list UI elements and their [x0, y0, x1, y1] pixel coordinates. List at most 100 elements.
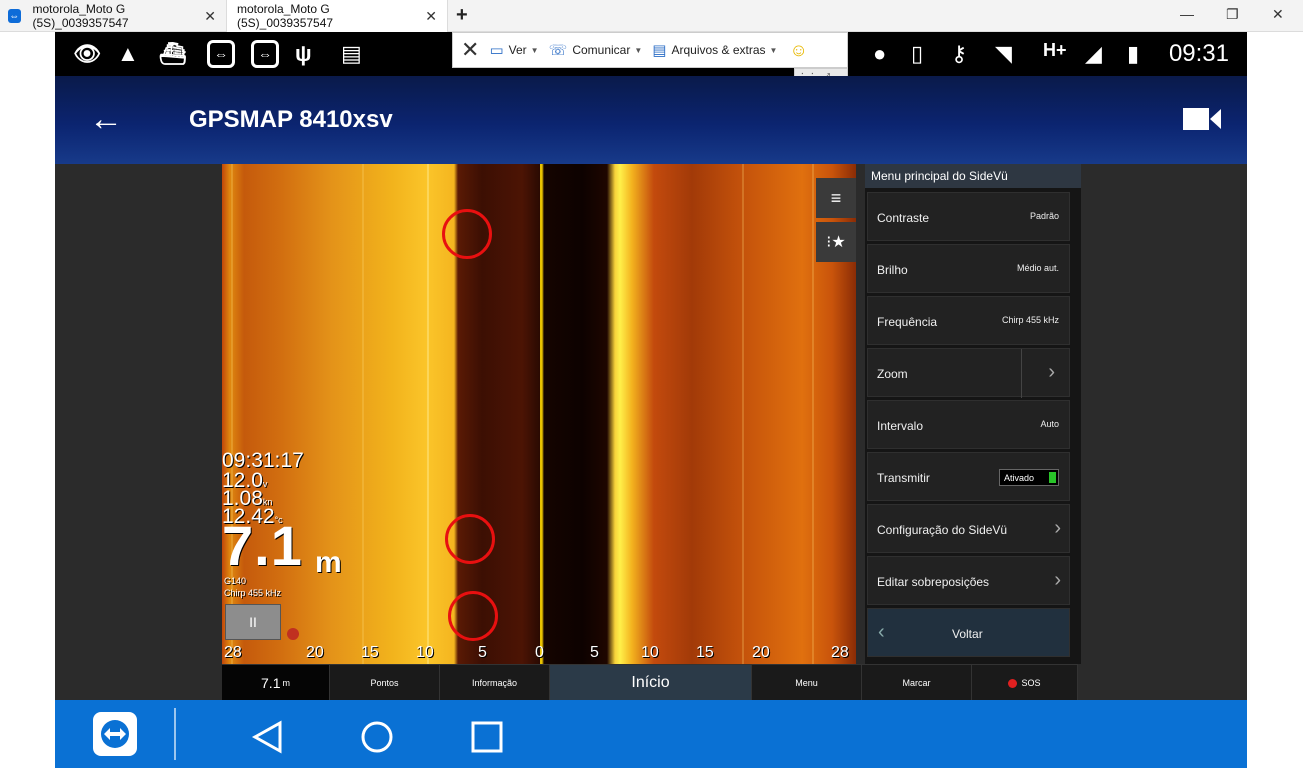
- chevron-right-icon: ›: [1054, 569, 1061, 591]
- maximize-button[interactable]: ❐: [1226, 6, 1239, 23]
- menu-item-transmit[interactable]: Transmitir Ativado: [867, 452, 1070, 501]
- status-clock: 09:31: [1168, 40, 1229, 67]
- menu-item-value: Padrão: [1029, 211, 1059, 221]
- android-back-icon[interactable]: [251, 720, 285, 754]
- tab-label: motorola_Moto G (5S)_0039357547: [237, 2, 334, 30]
- minimize-button[interactable]: —: [1180, 6, 1194, 22]
- overlay-gain: G140: [224, 576, 247, 586]
- nav-home-button[interactable]: Início: [550, 665, 752, 701]
- chevron-down-icon: ▼: [530, 45, 539, 55]
- chevron-down-icon: ▼: [769, 45, 778, 55]
- menu-item-frequency[interactable]: Frequência Chirp 455 kHz: [867, 296, 1070, 345]
- range-tick: 20: [306, 644, 324, 661]
- nav-depth[interactable]: 7.1 m: [222, 665, 330, 701]
- monitor-icon: ▭: [489, 42, 504, 59]
- app-bar: ← GPSMAP 8410xsv: [55, 76, 1247, 164]
- menu-title: Menu principal do SideVü: [865, 164, 1081, 188]
- close-window-button[interactable]: ✕: [1272, 6, 1284, 23]
- nav-depth-value: 7.1: [261, 675, 281, 691]
- menu-item-label: Voltar: [952, 627, 983, 641]
- chevron-right-icon[interactable]: ›: [1048, 361, 1055, 384]
- screen: ⇔ motorola_Moto G (5S)_0039357547 ✕ moto…: [0, 0, 1303, 768]
- video-camera-icon[interactable]: [1183, 106, 1221, 132]
- tab-remote-session-1[interactable]: ⇔ motorola_Moto G (5S)_0039357547 ✕: [0, 0, 226, 32]
- chevron-right-icon: ›: [1054, 517, 1061, 539]
- menu-item-contrast[interactable]: Contraste Padrão: [867, 192, 1070, 241]
- menu-item-label: Zoom: [877, 367, 908, 381]
- android-recents-icon[interactable]: [470, 720, 504, 754]
- menu-item-label: Contraste: [877, 211, 930, 225]
- transmit-toggle[interactable]: Ativado: [999, 469, 1059, 486]
- record-indicator-icon: [287, 628, 299, 640]
- teamviewer-icon: ⇔: [8, 9, 21, 23]
- nav-sos-label: SOS: [1021, 678, 1041, 688]
- new-tab-button[interactable]: +: [456, 4, 468, 27]
- menu-item-back[interactable]: ‹ Voltar: [867, 608, 1070, 657]
- nav-sos-button[interactable]: SOS: [972, 665, 1078, 701]
- menu-item-value: Auto: [1040, 419, 1059, 429]
- range-tick: 20: [752, 644, 770, 661]
- tab-remote-session-2[interactable]: motorola_Moto G (5S)_0039357547 ✕: [226, 0, 448, 32]
- sonar-streak: [742, 164, 744, 664]
- back-arrow-icon[interactable]: ←: [89, 102, 123, 136]
- range-tick: 10: [641, 644, 659, 661]
- boat-icon: ⛴: [159, 41, 187, 66]
- calendar-icon: ▤: [341, 41, 362, 66]
- nav-menu-button[interactable]: Menu: [752, 665, 862, 701]
- favorites-icon[interactable]: ⁝★: [816, 222, 856, 262]
- close-session-icon[interactable]: ✕: [461, 37, 479, 63]
- overlay-depth-unit: m: [315, 546, 342, 579]
- plotter-bottom-nav: 7.1 m Pontos Informação Início Menu Marca…: [222, 664, 1078, 701]
- menu-item-divider: [1021, 349, 1022, 398]
- android-nav-bar: [55, 700, 1247, 768]
- menu-item-zoom[interactable]: Zoom ›: [867, 348, 1070, 398]
- communicate-menu-button[interactable]: ☏ Comunicar ▼: [549, 41, 643, 59]
- menu-item-label: Configuração do SideVü: [877, 523, 1008, 537]
- files-extras-menu-button[interactable]: ▤ Arquivos & extras ▼: [652, 41, 777, 59]
- nav-waypoints-button[interactable]: Pontos: [330, 665, 440, 701]
- menu-item-label: Transmitir: [877, 471, 930, 485]
- tab-label: motorola_Moto G (5S)_0039357547: [32, 2, 129, 30]
- fish-marker-circle: [445, 514, 495, 564]
- menu-item-range[interactable]: Intervalo Auto: [867, 400, 1070, 449]
- teamviewer-app-icon[interactable]: [93, 712, 137, 756]
- teamviewer-status-icon: ⇔: [207, 40, 235, 68]
- overlay-time: 09:31:17: [222, 449, 304, 472]
- files-icon: ▤: [652, 42, 667, 59]
- overlay-frequency: Chirp 455 kHz: [224, 588, 282, 598]
- nav-mark-button[interactable]: Marcar: [862, 665, 972, 701]
- menu-item-value: Chirp 455 kHz: [1001, 315, 1059, 325]
- vibrate-icon: ▯: [911, 41, 924, 66]
- menu-item-sidevu-settings[interactable]: Configuração do SideVü ›: [867, 504, 1070, 553]
- menu-item-edit-overlays[interactable]: Editar sobreposições ›: [867, 556, 1070, 605]
- sonar-streak: [812, 164, 814, 664]
- menu-item-value: Médio aut.: [1016, 263, 1059, 273]
- communicate-menu-label: Comunicar: [572, 43, 631, 57]
- tab-close-icon[interactable]: ✕: [425, 8, 437, 25]
- range-tick: 5: [478, 644, 487, 661]
- range-tick: 0: [535, 644, 544, 661]
- range-tick: 15: [361, 644, 379, 661]
- battery-icon: ▮: [1127, 41, 1140, 66]
- hamburger-menu-icon[interactable]: ≡: [816, 178, 856, 218]
- pause-button[interactable]: II: [225, 604, 281, 640]
- view-menu-button[interactable]: ▭ Ver ▼: [489, 41, 538, 59]
- toggle-label: Ativado: [1004, 473, 1035, 483]
- emoji-icon[interactable]: ☺: [789, 40, 807, 61]
- nav-information-button[interactable]: Informação: [440, 665, 550, 701]
- range-tick: 5: [590, 644, 599, 661]
- teamviewer-logo-icon: [101, 720, 129, 748]
- phone-screen: 👁 ▲ ⛴ ⇔ ⇔ ψ ▤ ● ▯ ⚷ ◥ H+ ◢ ▮ 09:31 ✕ ▭ V…: [55, 32, 1247, 768]
- plotter-display: ≡ ⁝★ 09:31:17 12.0v 1.08kn 12.42°c 7.1 m…: [55, 164, 1247, 701]
- range-tick: 28: [224, 644, 242, 661]
- usb-icon: ψ: [295, 41, 312, 66]
- menu-item-label: Frequência: [877, 315, 938, 329]
- view-menu-label: Ver: [508, 43, 527, 57]
- chevron-down-icon: ▼: [634, 45, 643, 55]
- tab-close-icon[interactable]: ✕: [204, 8, 216, 25]
- menu-item-label: Editar sobreposições: [877, 575, 990, 589]
- android-home-icon[interactable]: [360, 720, 394, 754]
- menu-item-brightness[interactable]: Brilho Médio aut.: [867, 244, 1070, 293]
- sidevu-sonar-image[interactable]: [222, 164, 856, 664]
- menu-item-label: Brilho: [877, 263, 908, 277]
